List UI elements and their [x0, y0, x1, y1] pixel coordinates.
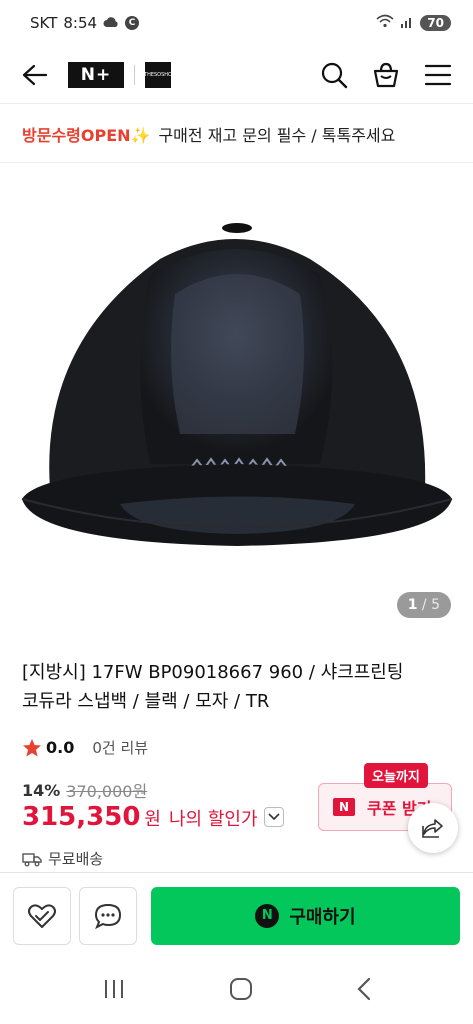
- naver-n-icon: N: [333, 798, 355, 816]
- system-back-button[interactable]: [356, 977, 372, 1005]
- notice-highlight: 방문수령OPEN✨: [22, 125, 151, 145]
- brand-divider: [134, 64, 135, 85]
- menu-icon: [424, 64, 452, 85]
- cloud-icon: [103, 14, 119, 32]
- truck-icon: [22, 852, 42, 866]
- system-navigation-bar: [0, 958, 473, 1024]
- share-button[interactable]: [408, 803, 458, 853]
- coupon-deadline-tag: 오늘까지: [364, 763, 428, 788]
- wishlist-button[interactable]: [13, 886, 71, 945]
- image-counter: 1 / 5: [396, 592, 451, 618]
- share-icon: [422, 819, 443, 838]
- home-button[interactable]: [229, 977, 253, 1005]
- signal-icon: [400, 14, 414, 32]
- buy-button[interactable]: N 구매하기: [151, 886, 460, 945]
- rating-value: 0.0: [46, 738, 75, 757]
- naver-plus-logo[interactable]: N+: [68, 61, 124, 88]
- discount-percent: 14%: [22, 780, 61, 800]
- c-badge: C: [125, 16, 140, 30]
- back-icon: [22, 64, 48, 85]
- wishlist-icon: [28, 903, 56, 928]
- carrier: SKT: [30, 14, 58, 32]
- chevron-down-icon: [267, 813, 280, 821]
- currency-unit: 원: [144, 809, 161, 830]
- product-image-carousel[interactable]: 1 / 5: [0, 164, 473, 634]
- buy-label: 구매하기: [289, 906, 356, 928]
- chat-icon: [94, 903, 122, 929]
- back-button[interactable]: [20, 60, 50, 90]
- sale-price: 315,350: [22, 802, 141, 832]
- store-notice[interactable]: 방문수령OPEN✨ 구매전 재고 문의 필수 / 톡톡주세요: [0, 105, 473, 163]
- shipping-info: 무료배송: [22, 848, 103, 869]
- my-price-label: 나의 할인가: [168, 809, 258, 830]
- rating-row[interactable]: 0.0 0건 리뷰: [22, 737, 148, 758]
- status-bar: SKT 8:54 C 70: [0, 0, 473, 46]
- search-button[interactable]: [319, 60, 349, 90]
- nav-back-icon: [356, 977, 370, 1001]
- naver-pay-icon: N: [255, 903, 280, 928]
- home-icon: [229, 978, 252, 1000]
- product-title: [지방시] 17FW BP09018667 960 / 샤크프린팅 코듀라 스냅…: [22, 658, 452, 716]
- price-row: 315,350 원 나의 할인가: [22, 802, 284, 832]
- product-image: [21, 223, 453, 546]
- product-title-line1: [지방시] 17FW BP09018667 960 / 샤크프린팅: [22, 662, 404, 683]
- review-count[interactable]: 0건 리뷰: [92, 737, 148, 758]
- search-icon: [321, 62, 348, 88]
- wifi-icon: [376, 14, 394, 32]
- shipping-label: 무료배송: [48, 850, 104, 868]
- clock: 8:54: [63, 14, 98, 32]
- product-title-line2: 코듀라 스냅백 / 블랙 / 모자 / TR: [22, 691, 270, 712]
- recent-apps-icon: [104, 980, 123, 998]
- original-price: 370,000원: [66, 782, 148, 801]
- star-icon: [23, 738, 41, 756]
- purchase-bar: N 구매하기: [0, 872, 473, 958]
- app-header: N+ THESOSHO: [0, 46, 473, 104]
- store-logo[interactable]: THESOSHO: [144, 61, 172, 88]
- cart-button[interactable]: [371, 60, 401, 90]
- recent-apps-button[interactable]: [102, 978, 126, 1004]
- image-counter-total: / 5: [421, 597, 440, 613]
- battery-indicator: 70: [420, 15, 451, 31]
- menu-button[interactable]: [423, 60, 453, 90]
- image-counter-current: 1: [407, 597, 418, 613]
- price-detail-toggle[interactable]: [263, 807, 284, 827]
- discount-row: 14% 370,000원: [22, 778, 147, 802]
- notice-text: 구매전 재고 문의 필수 / 톡톡주세요: [158, 125, 396, 145]
- cart-icon: [373, 62, 399, 87]
- chat-button[interactable]: [79, 886, 137, 945]
